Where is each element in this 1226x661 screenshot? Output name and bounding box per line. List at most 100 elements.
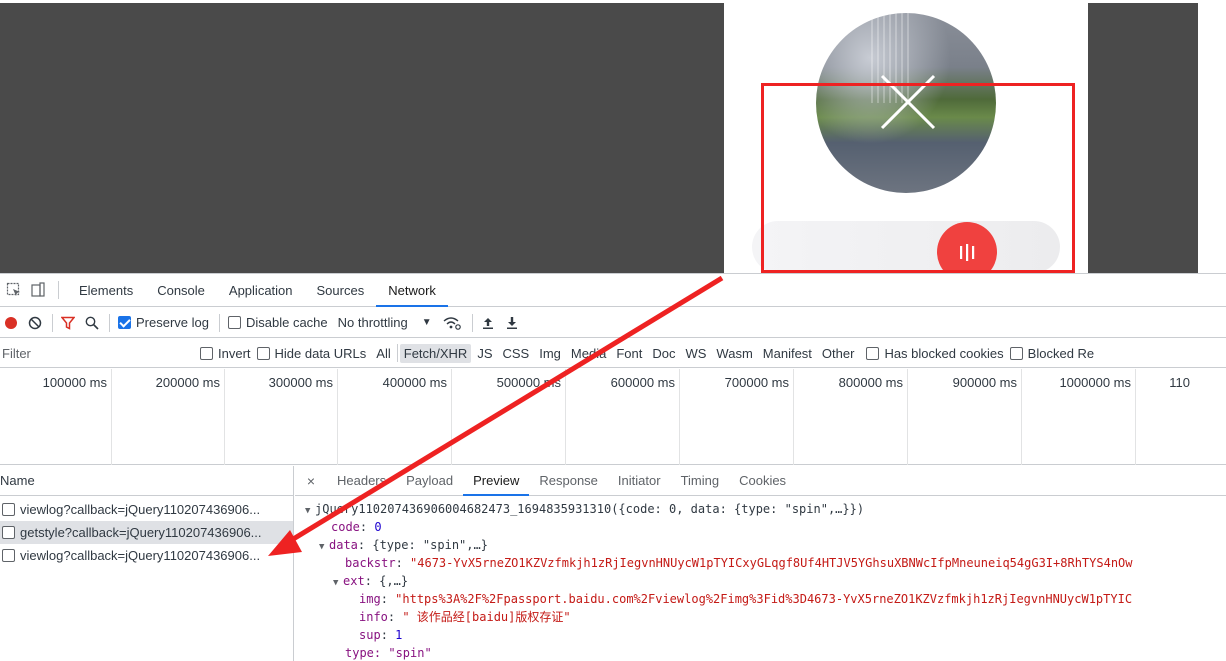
filter-type-js[interactable]: JS: [473, 344, 496, 363]
network-timeline-overview[interactable]: 100000 ms 200000 ms 300000 ms 400000 ms …: [0, 369, 1226, 465]
checkbox-unchecked[interactable]: [200, 346, 213, 360]
download-har-icon[interactable]: [505, 316, 519, 330]
annotation-highlight-box: [761, 83, 1075, 273]
screenshot-root: Elements Console Application Sources Net…: [0, 0, 1226, 661]
filter-type-all[interactable]: All: [372, 344, 394, 363]
json-colon: :: [395, 556, 411, 570]
blocked-requests-checkbox[interactable]: Blocked Re: [1009, 345, 1095, 361]
tick-label: 600000 ms: [610, 375, 675, 390]
json-value: 0: [374, 520, 382, 534]
preview-line-type: type: "spin": [295, 644, 1226, 661]
request-name: viewlog?callback=jQuery110207436906...: [20, 548, 261, 563]
filter-type-fetch-xhr[interactable]: Fetch/XHR: [399, 343, 472, 363]
detail-tabs: × Headers Payload Preview Response Initi…: [295, 466, 1226, 496]
tab-initiator[interactable]: Initiator: [608, 466, 671, 496]
request-checkbox: [2, 549, 15, 562]
tab-payload[interactable]: Payload: [396, 466, 463, 496]
expand-triangle-icon[interactable]: ▼: [305, 502, 315, 518]
filter-type-other[interactable]: Other: [818, 344, 859, 363]
preview-line-code: code: 0: [295, 518, 1226, 536]
tab-preview[interactable]: Preview: [463, 466, 530, 496]
json-value: {type: "spin",…}: [372, 538, 488, 552]
request-row[interactable]: getstyle?callback=jQuery110207436906...: [0, 521, 293, 544]
clear-icon[interactable]: [28, 316, 42, 330]
preview-root-line[interactable]: ▼ jQuery110207436906004682473_16948359313…: [295, 500, 1226, 518]
blocked-requests-label: Blocked Re: [1027, 345, 1095, 361]
preview-line-img: img: "https%3A%2F%2Fpassport.baidu.com%2…: [295, 590, 1226, 608]
request-row[interactable]: viewlog?callback=jQuery110207436906...: [0, 544, 293, 567]
tab-elements[interactable]: Elements: [67, 274, 145, 307]
timeline-tick: 600000 ms: [566, 369, 680, 465]
json-value: {,…}: [379, 574, 409, 588]
invert-checkbox[interactable]: Invert: [200, 346, 251, 361]
expand-triangle-icon[interactable]: ▼: [319, 538, 329, 554]
tick-label: 200000 ms: [155, 375, 220, 390]
search-icon[interactable]: [85, 316, 99, 330]
tab-cookies[interactable]: Cookies: [729, 466, 796, 496]
json-key: img: [359, 592, 381, 606]
tick-label: 300000 ms: [268, 375, 333, 390]
json-value: 1: [395, 628, 403, 642]
disable-cache-label: Disable cache: [245, 315, 328, 330]
filter-type-img[interactable]: Img: [535, 344, 565, 363]
close-detail-icon[interactable]: ×: [295, 473, 327, 489]
upload-har-icon[interactable]: [481, 316, 495, 330]
toolbar-divider: [471, 313, 473, 332]
inspect-element-icon[interactable]: [2, 278, 26, 302]
tab-network[interactable]: Network: [376, 274, 448, 307]
json-colon: :: [364, 574, 380, 588]
json-key-partial: type: "spin": [345, 646, 432, 660]
tick-label: 110: [1169, 375, 1190, 390]
tab-timing[interactable]: Timing: [671, 466, 730, 496]
request-row[interactable]: viewlog?callback=jQuery110207436906...: [0, 498, 293, 521]
filter-type-css[interactable]: CSS: [499, 344, 534, 363]
has-blocked-cookies-checkbox[interactable]: Has blocked cookies: [866, 346, 1004, 361]
checkbox-unchecked[interactable]: [866, 346, 880, 360]
filter-type-wasm[interactable]: Wasm: [712, 344, 756, 363]
filter-input[interactable]: [0, 342, 200, 364]
preview-line-ext[interactable]: ▼ ext: {,…}: [295, 572, 1226, 590]
disable-cache-checkbox[interactable]: Disable cache: [227, 315, 328, 330]
checkbox-unchecked[interactable]: [227, 316, 241, 329]
toolbar-divider: [218, 313, 220, 332]
timeline-tick: 700000 ms: [680, 369, 794, 465]
toolbar-divider: [52, 313, 53, 332]
filter-icon[interactable]: [61, 316, 75, 330]
checkbox-unchecked[interactable]: [256, 346, 270, 360]
network-conditions-icon[interactable]: [442, 315, 462, 331]
tab-response[interactable]: Response: [529, 466, 608, 496]
timeline-tick: 400000 ms: [338, 369, 452, 465]
tab-sources[interactable]: Sources: [305, 274, 377, 307]
expand-triangle-icon[interactable]: ▼: [333, 574, 343, 590]
timeline-tick: 900000 ms: [908, 369, 1022, 465]
checkbox-checked[interactable]: [118, 316, 131, 329]
preview-line-backstr: backstr: "4673-YvX5rneZO1KZVzfmkjh1zRjIe…: [295, 554, 1226, 572]
filter-type-font[interactable]: Font: [612, 344, 646, 363]
checkbox-unchecked[interactable]: [1009, 346, 1023, 360]
device-toolbar-icon[interactable]: [26, 278, 50, 302]
tick-label: 700000 ms: [724, 375, 789, 390]
json-key: info: [359, 610, 388, 624]
column-header-name[interactable]: Name: [0, 466, 293, 496]
preserve-log-checkbox[interactable]: Preserve log: [118, 315, 209, 330]
preview-line-data[interactable]: ▼ data: {type: "spin",…}: [295, 536, 1226, 554]
filter-type-ws[interactable]: WS: [681, 344, 710, 363]
hide-data-urls-label: Hide data URLs: [274, 345, 367, 361]
tick-label: 900000 ms: [952, 375, 1017, 390]
filter-type-manifest[interactable]: Manifest: [759, 344, 816, 363]
tab-application[interactable]: Application: [217, 274, 305, 307]
hide-data-urls-checkbox[interactable]: Hide data URLs: [256, 345, 367, 361]
json-key: data: [329, 538, 358, 552]
record-icon[interactable]: [4, 316, 18, 330]
preview-line-sup: sup: 1: [295, 626, 1226, 644]
filter-type-doc[interactable]: Doc: [648, 344, 679, 363]
tab-console[interactable]: Console: [145, 274, 217, 307]
tab-headers[interactable]: Headers: [327, 466, 396, 496]
preview-root-text: jQuery110207436906004682473_169483593131…: [315, 502, 865, 516]
json-colon: :: [359, 520, 375, 534]
json-value: " 该作品经[baidu]版权存证": [402, 610, 571, 624]
throttling-select[interactable]: No throttling ▼: [338, 315, 432, 330]
filter-type-media[interactable]: Media: [567, 344, 610, 363]
timeline-tick: 100000 ms: [0, 369, 112, 465]
chevron-down-icon: ▼: [421, 317, 432, 328]
